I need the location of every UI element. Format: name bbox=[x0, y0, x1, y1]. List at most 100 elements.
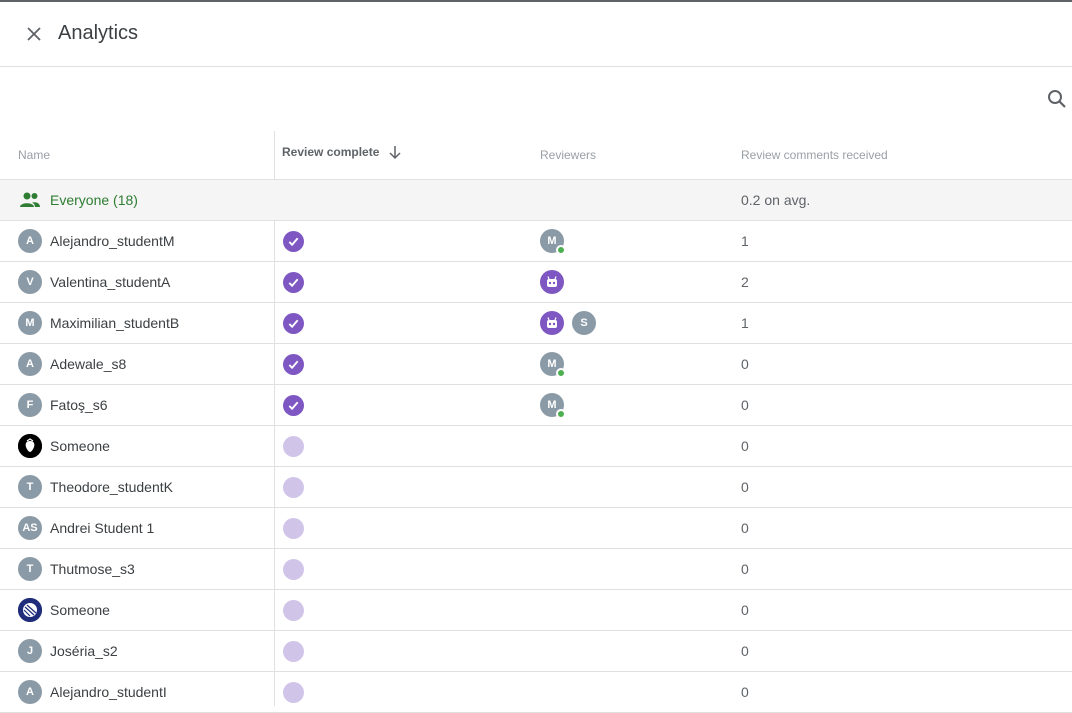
student-name: Adewale_s8 bbox=[50, 356, 127, 372]
header-review-complete[interactable]: Review complete bbox=[282, 144, 403, 160]
avatar: AS bbox=[18, 516, 42, 540]
header-review-complete-label: Review complete bbox=[282, 145, 380, 159]
reviewer-avatar: M bbox=[540, 352, 566, 378]
review-complete-cell bbox=[283, 590, 304, 630]
name-cell: A Alejandro_studentI bbox=[18, 672, 268, 712]
review-complete-icon bbox=[283, 353, 304, 375]
checkmark-icon bbox=[288, 319, 299, 328]
avatar: T bbox=[18, 557, 42, 581]
review-complete-icon bbox=[283, 394, 304, 416]
reviewer-avatar: M bbox=[540, 393, 566, 419]
avatar: J bbox=[18, 639, 42, 663]
review-complete-cell bbox=[283, 262, 304, 302]
table-header: Name Review complete Reviewers Review co… bbox=[0, 131, 1072, 180]
reviewer-initial: M bbox=[547, 399, 557, 411]
name-cell: Someone bbox=[18, 426, 268, 466]
avatar: F bbox=[18, 393, 42, 417]
review-complete-cell bbox=[283, 344, 304, 384]
table-row[interactable]: J Joséria_s2 0 bbox=[0, 631, 1072, 672]
review-complete-icon bbox=[283, 230, 304, 252]
reviewer-initial: S bbox=[580, 317, 588, 329]
name-cell: V Valentina_studentA bbox=[18, 262, 268, 302]
table-row[interactable]: Someone 0 bbox=[0, 426, 1072, 467]
header-reviewers[interactable]: Reviewers bbox=[540, 148, 596, 162]
checkmark-icon bbox=[288, 278, 299, 287]
review-pending-icon bbox=[283, 599, 304, 621]
ball-icon bbox=[18, 598, 42, 622]
reviewers-cell: M bbox=[540, 385, 572, 425]
reviewers-cell bbox=[540, 262, 572, 302]
review-complete-cell bbox=[283, 467, 304, 507]
review-pending-icon bbox=[283, 681, 304, 703]
reviewer-initial: M bbox=[547, 235, 557, 247]
close-button[interactable] bbox=[20, 20, 48, 48]
student-name: Fatoş_s6 bbox=[50, 397, 108, 413]
strawberry-avatar bbox=[18, 434, 42, 458]
comments-count: 1 bbox=[741, 315, 749, 331]
checkmark-icon bbox=[288, 360, 299, 369]
everyone-row[interactable]: Everyone (18) 0.2 on avg. bbox=[0, 180, 1072, 221]
analytics-table: Name Review complete Reviewers Review co… bbox=[0, 131, 1072, 713]
table-row[interactable]: A Adewale_s8 M 0 bbox=[0, 344, 1072, 385]
table-row[interactable]: F Fatoş_s6 M 0 bbox=[0, 385, 1072, 426]
search-icon bbox=[1048, 90, 1066, 108]
comments-count: 0 bbox=[741, 684, 749, 700]
online-status-dot bbox=[556, 409, 566, 419]
comments-count: 0 bbox=[741, 520, 749, 536]
table-row[interactable]: T Theodore_studentK 0 bbox=[0, 467, 1072, 508]
table-row[interactable]: AS Andrei Student 1 0 bbox=[0, 508, 1072, 549]
sort-arrow-down-icon bbox=[389, 146, 401, 160]
comments-count: 2 bbox=[741, 274, 749, 290]
comments-count: 0 bbox=[741, 561, 749, 577]
everyone-name-cell: Everyone (18) bbox=[18, 180, 268, 220]
table-row[interactable]: V Valentina_studentA 2 bbox=[0, 262, 1072, 303]
name-cell: Someone bbox=[18, 590, 268, 630]
ball-avatar bbox=[18, 598, 42, 622]
robot-icon bbox=[547, 317, 557, 328]
comments-count: 0 bbox=[741, 643, 749, 659]
student-name: Theodore_studentK bbox=[50, 479, 173, 495]
reviewer-avatar: S bbox=[572, 311, 596, 335]
comments-count: 0 bbox=[741, 438, 749, 454]
review-pending-icon bbox=[283, 640, 304, 662]
table-body: A Alejandro_studentM M 1 V Valentina_studentA… bbox=[0, 221, 1072, 713]
strawberry-icon bbox=[18, 434, 42, 458]
group-icon bbox=[20, 192, 40, 207]
student-name: Alejandro_studentI bbox=[50, 684, 167, 700]
avatar: V bbox=[18, 270, 42, 294]
review-complete-cell bbox=[283, 672, 304, 712]
table-row[interactable]: Someone 0 bbox=[0, 590, 1072, 631]
avatar: M bbox=[18, 311, 42, 335]
avatar: A bbox=[18, 680, 42, 704]
comments-count: 0 bbox=[741, 479, 749, 495]
review-pending-icon bbox=[283, 558, 304, 580]
checkmark-icon bbox=[288, 237, 299, 246]
header-name[interactable]: Name bbox=[18, 148, 50, 162]
student-name: Thutmose_s3 bbox=[50, 561, 135, 577]
page-title: Analytics bbox=[58, 22, 139, 44]
comments-count: 0 bbox=[741, 397, 749, 413]
everyone-label: Everyone (18) bbox=[50, 192, 138, 208]
review-pending-icon bbox=[283, 435, 304, 457]
avatar: T bbox=[18, 475, 42, 499]
student-name: Someone bbox=[50, 438, 110, 454]
everyone-comments: 0.2 on avg. bbox=[741, 192, 811, 208]
comments-count: 0 bbox=[741, 356, 749, 372]
table-row[interactable]: T Thutmose_s3 0 bbox=[0, 549, 1072, 590]
name-cell: AS Andrei Student 1 bbox=[18, 508, 268, 548]
review-complete-cell bbox=[283, 549, 304, 589]
table-row[interactable]: A Alejandro_studentM M 1 bbox=[0, 221, 1072, 262]
header-comments[interactable]: Review comments received bbox=[741, 148, 888, 162]
name-cell: T Theodore_studentK bbox=[18, 467, 268, 507]
reviewer-initial: M bbox=[547, 358, 557, 370]
close-icon bbox=[27, 27, 41, 41]
reviewer-avatar: M bbox=[540, 229, 566, 255]
search-button[interactable] bbox=[1044, 86, 1070, 112]
robot-icon bbox=[547, 276, 557, 287]
reviewer-bot-avatar bbox=[540, 311, 564, 335]
reviewer-bot-avatar bbox=[540, 270, 564, 294]
name-cell: J Joséria_s2 bbox=[18, 631, 268, 671]
review-pending-icon bbox=[283, 476, 304, 498]
table-row[interactable]: A Alejandro_studentI 0 bbox=[0, 672, 1072, 713]
table-row[interactable]: M Maximilian_studentB S 1 bbox=[0, 303, 1072, 344]
